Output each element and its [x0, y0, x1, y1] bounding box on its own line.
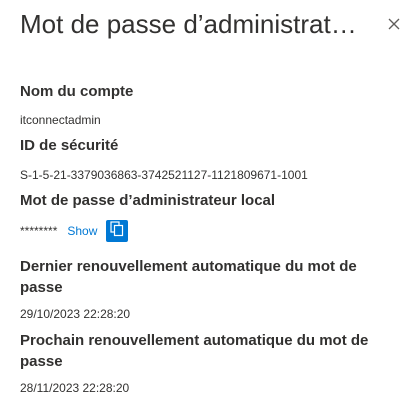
- laps-password-panel: Mot de passe d’administrateu... Nom du c…: [0, 0, 410, 402]
- next-rotation-label: Prochain renouvellement automatique du m…: [20, 332, 369, 370]
- account-name-label: Nom du compte: [20, 83, 134, 100]
- local-admin-password-label: Mot de passe d’administrateur local: [20, 192, 276, 209]
- show-password-link[interactable]: Show: [67, 224, 97, 238]
- last-rotation-value: 29/10/2023 22:28:20: [20, 307, 131, 321]
- next-rotation-value: 28/11/2023 22:28:20: [20, 381, 130, 395]
- security-id-label: ID de sécurité: [20, 137, 119, 154]
- last-rotation-label: Dernier renouvellement automatique du mo…: [20, 258, 357, 296]
- close-icon: [386, 16, 402, 32]
- security-id-value: S-1-5-21-3379036863-3742521127-112180967…: [20, 168, 308, 182]
- copy-password-button[interactable]: [106, 220, 129, 242]
- password-row: ******** Show: [20, 220, 129, 242]
- close-button[interactable]: [386, 16, 402, 32]
- account-name-value: itconnectadmin: [20, 113, 101, 127]
- password-mask: ********: [20, 224, 58, 238]
- copy-icon: [110, 220, 124, 242]
- panel-title: Mot de passe d’administrateu...: [20, 9, 370, 39]
